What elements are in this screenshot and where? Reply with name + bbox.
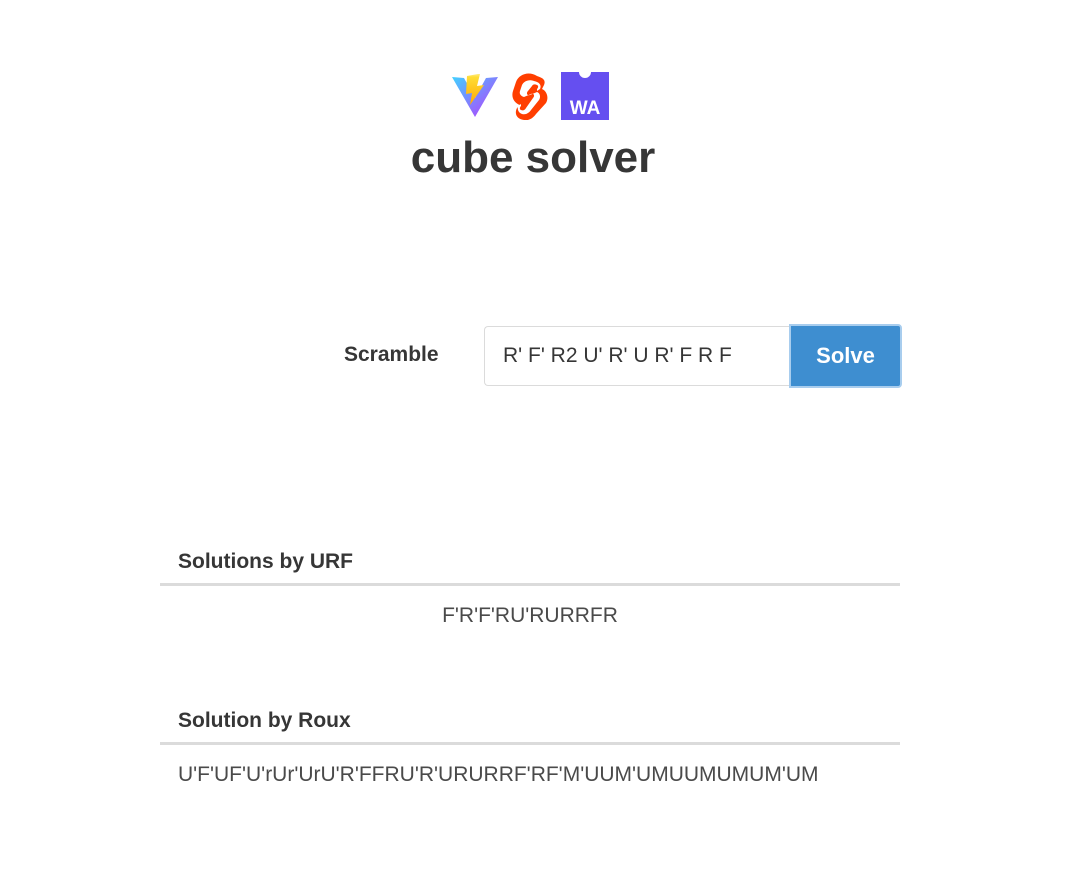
app-page: WA cube solver Scramble Solve Solutions … <box>0 0 1066 889</box>
urf-solution-text: F'R'F'RU'RURRFR <box>442 604 618 627</box>
roux-solution-text: U'F'UF'U'rUr'UrU'R'FFRU'R'URURRF'RF'M'UU… <box>178 763 819 786</box>
solve-button[interactable]: Solve <box>789 324 902 388</box>
svelte-logo[interactable] <box>509 72 551 120</box>
scramble-input[interactable] <box>484 326 790 386</box>
webassembly-logo[interactable]: WA <box>561 72 609 120</box>
vite-logo[interactable] <box>451 72 499 120</box>
urf-solution-heading: Solutions by URF <box>160 541 900 586</box>
scramble-label: Scramble <box>344 343 439 366</box>
logo-row: WA <box>451 72 609 120</box>
roux-solution-heading: Solution by Roux <box>160 700 900 745</box>
page-title: cube solver <box>410 133 656 182</box>
webassembly-logo-text: WA <box>570 98 601 119</box>
roux-solution-section: Solution by Roux U'F'UF'U'rUr'UrU'R'FFRU… <box>160 700 900 791</box>
urf-solution-section: Solutions by URF F'R'F'RU'RURRFR <box>160 541 900 632</box>
